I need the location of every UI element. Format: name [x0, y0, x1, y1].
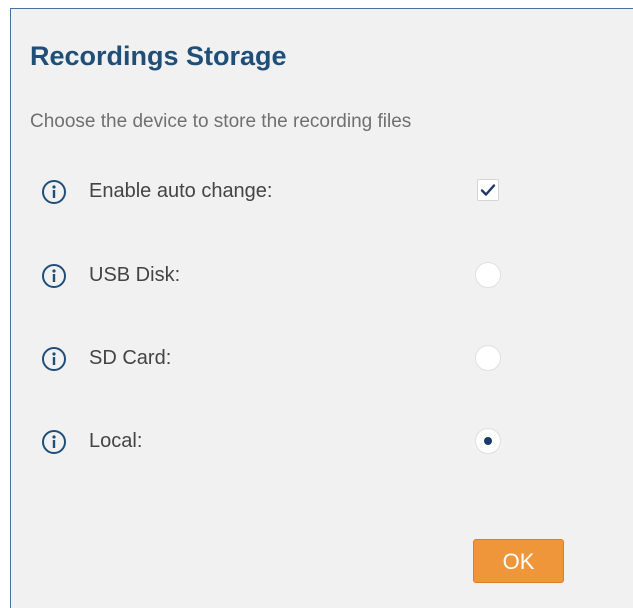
- enable-auto-change-checkbox[interactable]: [477, 179, 499, 201]
- usb-disk-label: USB Disk:: [89, 264, 181, 286]
- option-row-enable-auto-change: Enable auto change:: [11, 173, 571, 213]
- local-label: Local:: [89, 430, 143, 452]
- info-icon[interactable]: [41, 263, 67, 289]
- radio-selected-dot: [484, 437, 492, 445]
- ok-button[interactable]: OK: [473, 539, 564, 583]
- dialog-subtitle: Choose the device to store the recording…: [30, 111, 412, 132]
- recordings-storage-dialog: Recordings Storage Choose the device to …: [10, 8, 633, 608]
- enable-auto-change-label: Enable auto change:: [89, 180, 273, 202]
- sd-card-label: SD Card:: [89, 347, 172, 369]
- local-radio[interactable]: [475, 428, 501, 454]
- option-row-local: Local:: [11, 423, 571, 463]
- option-row-sd-card: SD Card:: [11, 340, 571, 380]
- info-icon[interactable]: [41, 429, 67, 455]
- sd-card-radio[interactable]: [475, 345, 501, 371]
- usb-disk-radio[interactable]: [475, 262, 501, 288]
- option-row-usb-disk: USB Disk:: [11, 257, 571, 297]
- info-icon[interactable]: [41, 346, 67, 372]
- checkmark-icon: [480, 184, 496, 196]
- info-icon[interactable]: [41, 179, 67, 205]
- dialog-title: Recordings Storage: [30, 41, 287, 71]
